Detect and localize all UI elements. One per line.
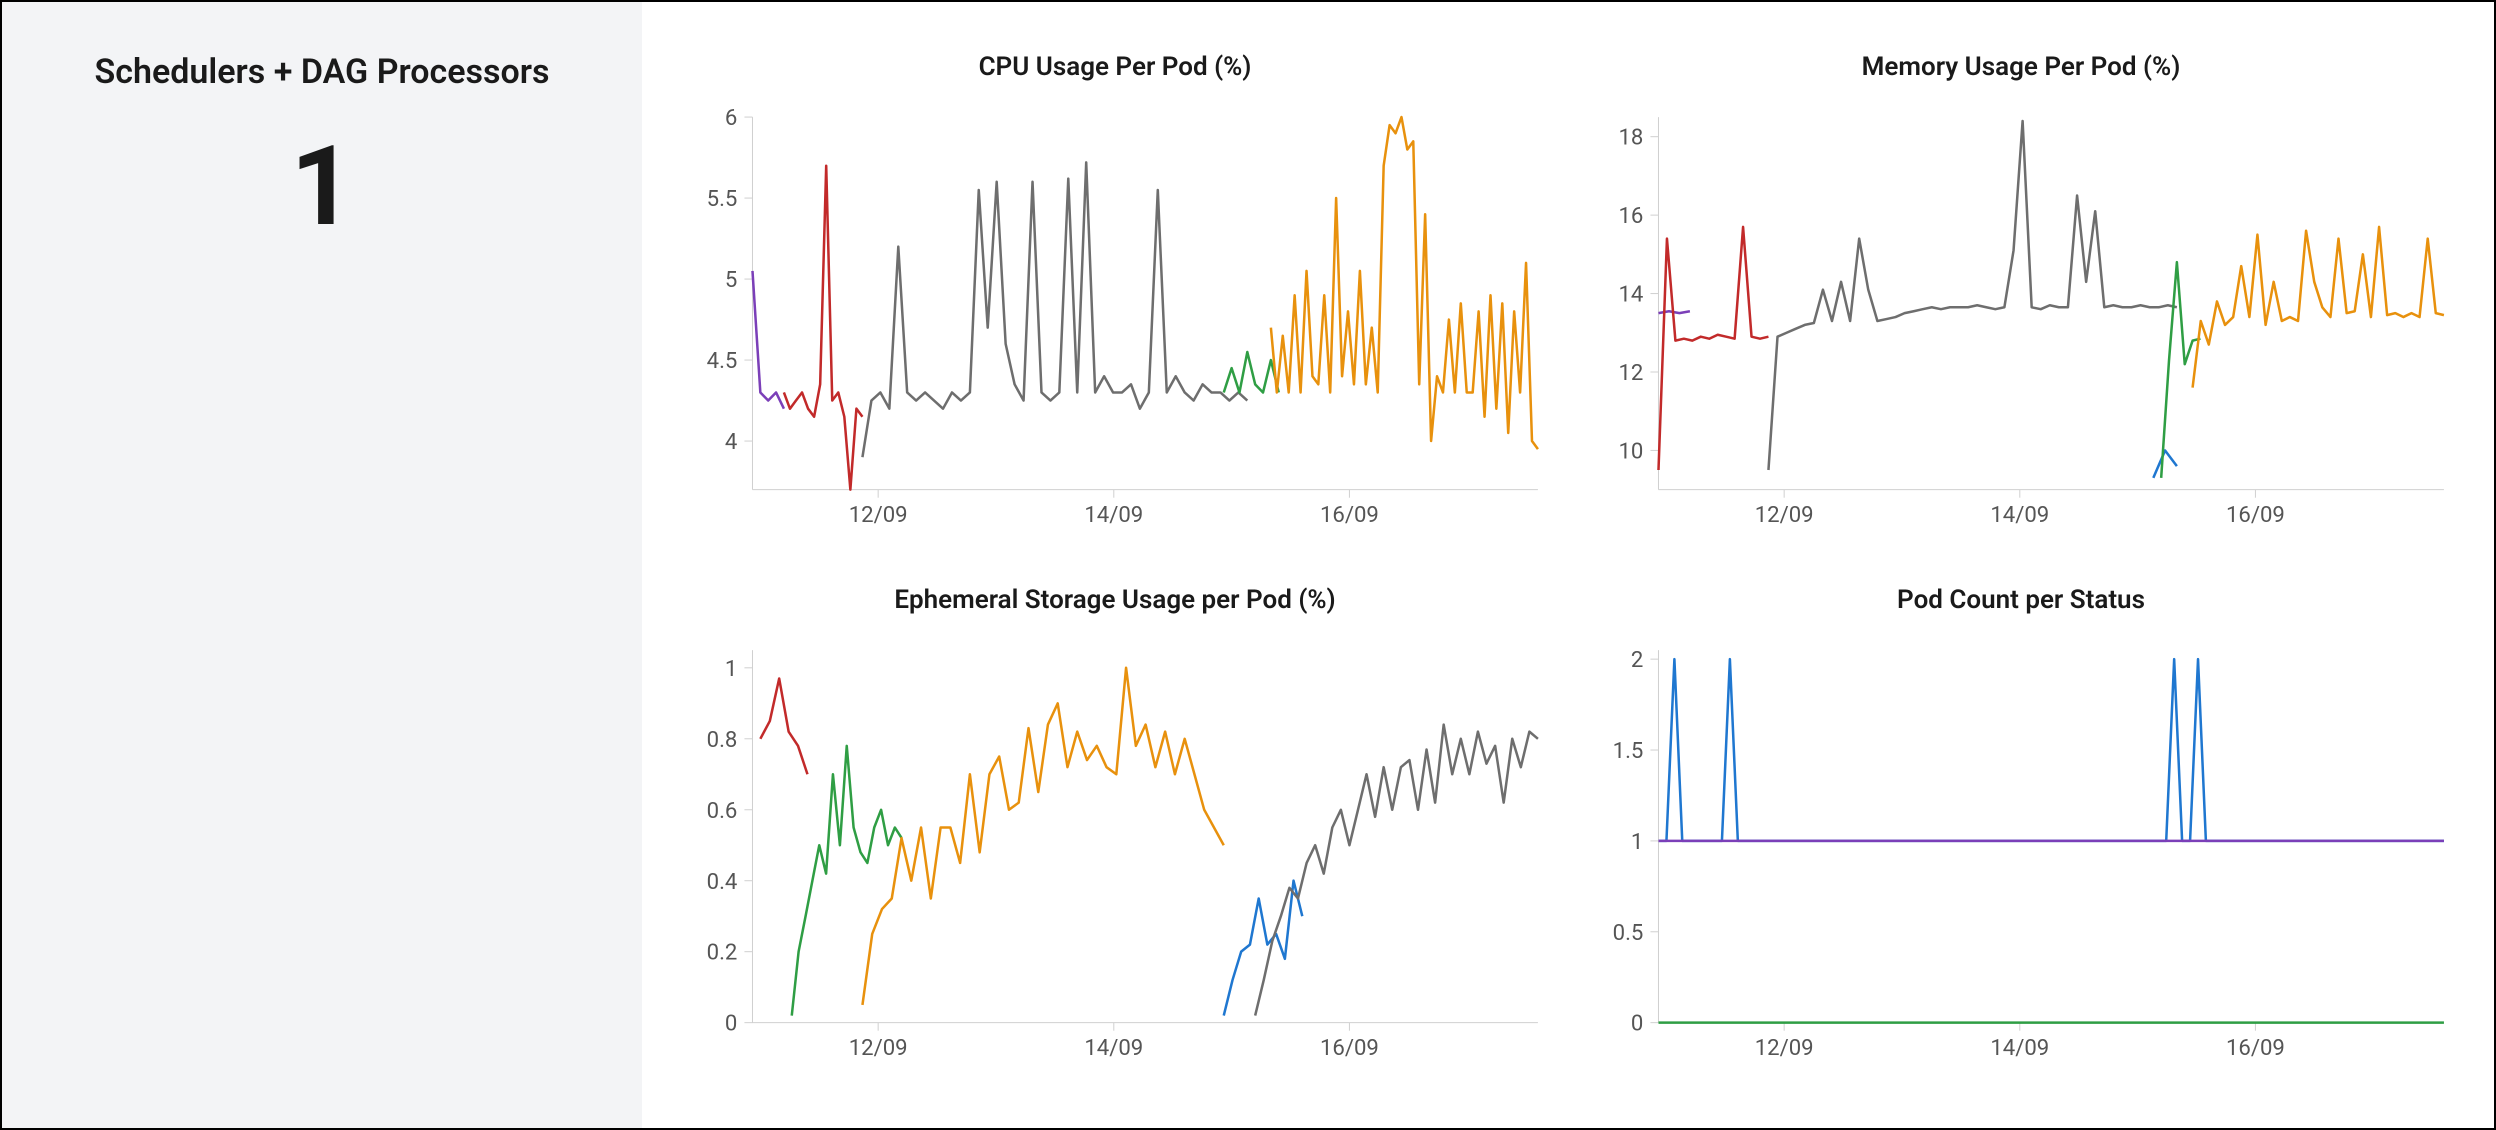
y-tick-label: 12 (1618, 360, 1643, 386)
x-tick-label: 16/09 (1320, 1035, 1379, 1061)
chart-svg-storage[interactable]: 0 0.2 0.4 0.6 0.8 1 12/09 14/09 16/09 (682, 635, 1548, 1078)
y-tick-label: 16 (1618, 203, 1643, 229)
series-line-gray (1255, 725, 1538, 1016)
y-tick-label: 5 (725, 267, 737, 293)
y-tick-label: 2 (1631, 647, 1643, 673)
y-tick-label: 0.4 (707, 869, 738, 895)
series-line-gray (862, 162, 1247, 457)
x-tick-label: 14/09 (1990, 502, 2049, 528)
series-line-purple (752, 271, 783, 409)
series-line-red (760, 678, 807, 774)
series-line-blue (1658, 659, 2443, 841)
y-tick-label: 4.5 (707, 348, 738, 374)
series-line-green (792, 746, 902, 1016)
y-tick-label: 0.2 (707, 940, 738, 966)
y-tick-label: 0.8 (707, 727, 738, 753)
sidebar-count-value: 1 (32, 122, 612, 251)
x-tick-label: 14/09 (1990, 1035, 2049, 1061)
y-tick-label: 5.5 (707, 186, 738, 212)
chart-svg-podcount[interactable]: 0 0.5 1 1.5 2 12/09 14/09 16/09 (1588, 635, 2454, 1078)
y-tick-label: 18 (1618, 125, 1643, 151)
series-line-blue (2153, 450, 2177, 477)
y-tick-label: 10 (1618, 438, 1643, 464)
series-line-gray (1768, 121, 2176, 470)
series-line-blue (1224, 881, 1303, 1016)
y-tick-label: 1 (725, 656, 737, 682)
y-tick-label: 0.5 (1613, 920, 1644, 946)
x-tick-label: 12/09 (1755, 502, 1814, 528)
sidebar-title: Schedulers + DAG Processors (32, 52, 612, 92)
series-line-green (1224, 352, 1279, 392)
series-line-orange (2193, 227, 2444, 388)
y-tick-label: 1 (1631, 829, 1643, 855)
series-line-orange (862, 668, 1223, 1005)
chart-svg-cpu[interactable]: 4 4.5 5 5.5 6 12/09 14/09 16/09 (682, 102, 1548, 545)
chart-svg-mem[interactable]: 10 12 14 16 18 12/09 14/09 16/09 (1588, 102, 2454, 545)
x-tick-label: 14/09 (1084, 1035, 1143, 1061)
y-tick-label: 0 (1631, 1011, 1643, 1037)
sidebar-panel: Schedulers + DAG Processors 1 (2, 2, 642, 1128)
x-tick-label: 12/09 (1755, 1035, 1814, 1061)
series-line-orange (1271, 117, 1538, 449)
chart-storage: Ephemeral Storage Usage per Pod (%) 0 0.2… (682, 585, 1548, 1078)
chart-title: Pod Count per Status (1897, 585, 2145, 615)
y-tick-label: 1.5 (1613, 738, 1644, 764)
x-tick-label: 16/09 (2226, 502, 2285, 528)
x-tick-label: 16/09 (1320, 502, 1379, 528)
chart-cpu: CPU Usage Per Pod (%) 4 4.5 5 5.5 6 12/09 14/0… (682, 52, 1548, 545)
chart-title: Ephemeral Storage Usage per Pod (%) (894, 585, 1335, 615)
x-tick-label: 16/09 (2226, 1035, 2285, 1061)
x-tick-label: 12/09 (849, 1035, 908, 1061)
chart-mem: Memory Usage Per Pod (%) 10 12 14 16 18 12/09… (1588, 52, 2454, 545)
y-tick-label: 4 (725, 429, 737, 455)
y-tick-label: 6 (725, 105, 737, 131)
series-line-red (1658, 227, 1768, 470)
chart-title: CPU Usage Per Pod (%) (979, 52, 1252, 82)
y-tick-label: 0.6 (707, 798, 738, 824)
chart-podcount: Pod Count per Status 0 0.5 1 1.5 2 12/09 14/09… (1588, 585, 2454, 1078)
x-tick-label: 14/09 (1084, 502, 1143, 528)
series-line-red (784, 166, 863, 490)
y-tick-label: 0 (725, 1011, 737, 1037)
y-tick-label: 14 (1618, 282, 1643, 308)
x-tick-label: 12/09 (849, 502, 908, 528)
chart-title: Memory Usage Per Pod (%) (1862, 52, 2181, 82)
charts-grid: CPU Usage Per Pod (%) 4 4.5 5 5.5 6 12/09 14/0… (642, 2, 2494, 1128)
